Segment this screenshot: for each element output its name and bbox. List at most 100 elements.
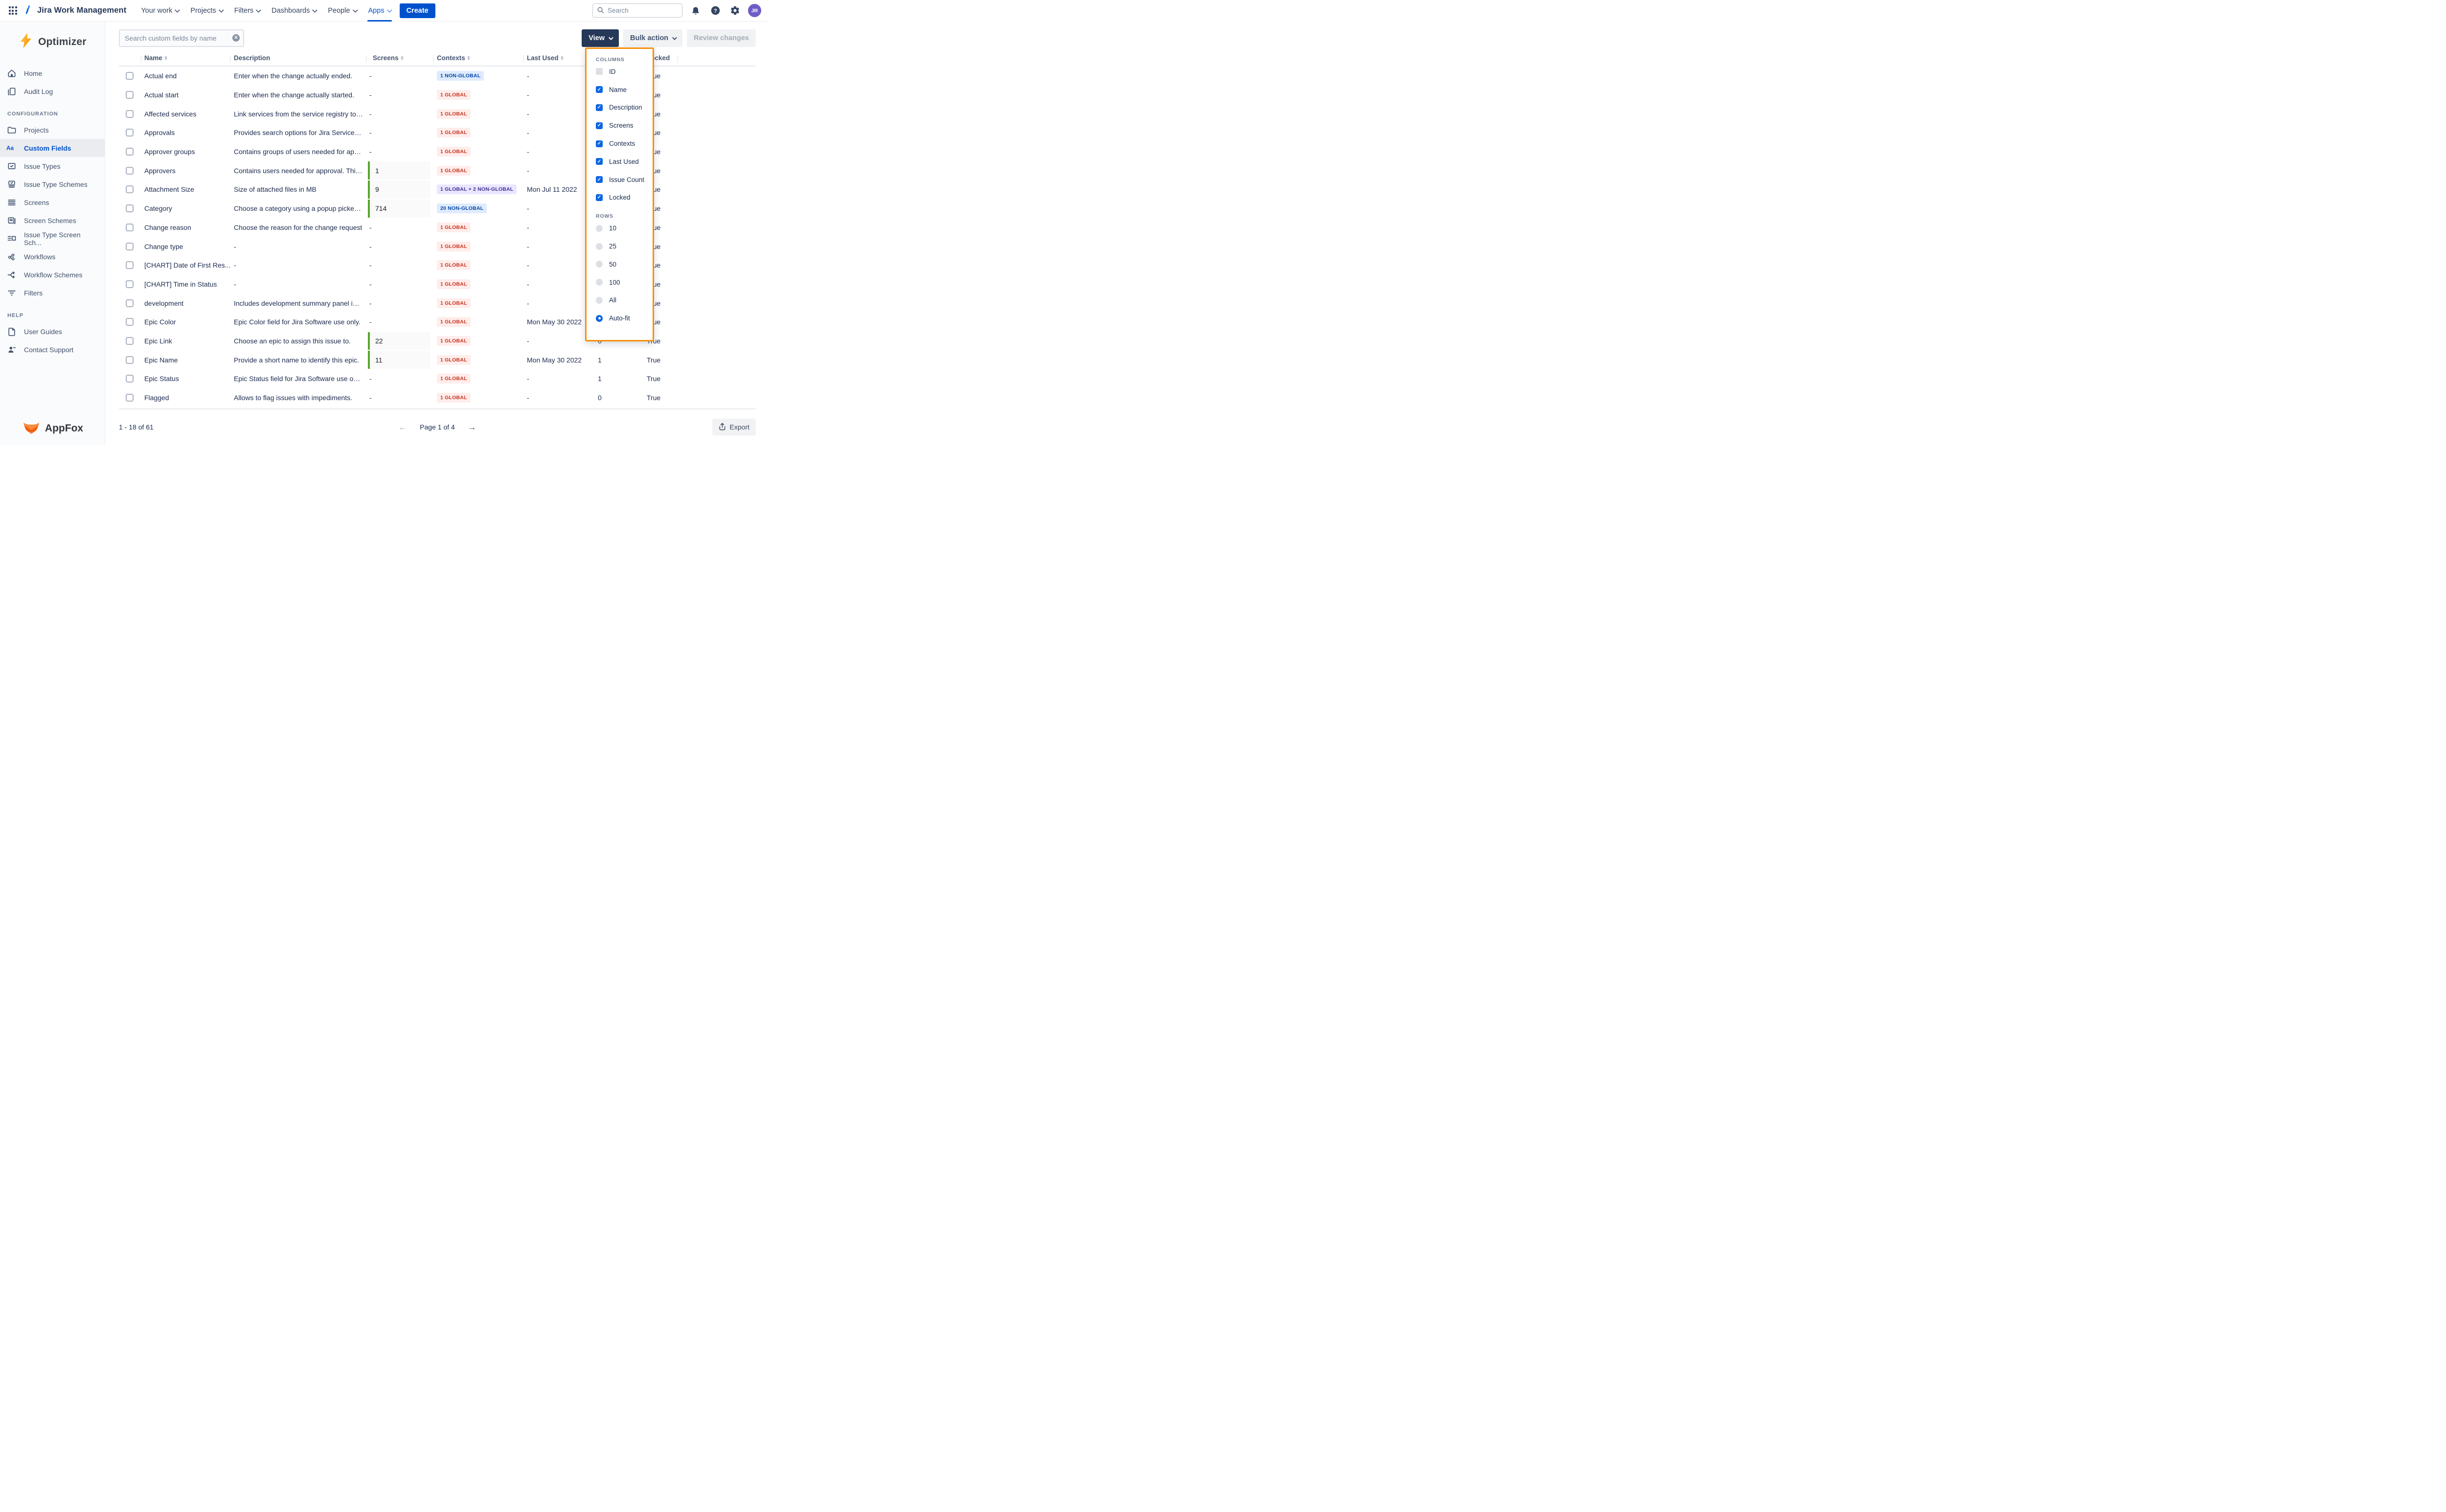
radio-icon[interactable] bbox=[596, 297, 603, 304]
review-changes-button[interactable]: Review changes bbox=[687, 29, 756, 47]
view-menu-rows-all[interactable]: All bbox=[596, 292, 653, 310]
view-menu-rows-25[interactable]: 25 bbox=[596, 237, 653, 255]
view-menu-column-screens[interactable]: ✓Screens bbox=[596, 116, 653, 135]
radio-icon[interactable] bbox=[596, 261, 603, 268]
row-checkbox[interactable] bbox=[126, 337, 134, 345]
context-badge: 20 NON-GLOBAL bbox=[437, 203, 487, 213]
sidebar-item-issue-types[interactable]: Issue Types bbox=[0, 157, 105, 175]
row-checkbox[interactable] bbox=[126, 204, 134, 212]
notifications-icon[interactable] bbox=[689, 4, 702, 17]
row-checkbox[interactable] bbox=[126, 356, 134, 364]
sidebar-item-projects[interactable]: Projects bbox=[0, 121, 105, 139]
view-menu-rows-auto-fit[interactable]: Auto-fit bbox=[596, 309, 653, 327]
checkbox-checked-icon[interactable]: ✓ bbox=[596, 194, 603, 201]
nav-item-projects[interactable]: Projects bbox=[184, 0, 228, 22]
sidebar-item-label: Screens bbox=[24, 199, 49, 206]
radio-icon[interactable] bbox=[596, 279, 603, 286]
radio-selected-icon[interactable] bbox=[596, 315, 603, 322]
row-checkbox[interactable] bbox=[126, 148, 134, 156]
view-menu-column-description[interactable]: ✓ Description bbox=[596, 99, 653, 117]
row-checkbox[interactable] bbox=[126, 110, 134, 118]
jira-brand[interactable]: Jira Work Management bbox=[23, 4, 126, 17]
app-switcher-icon[interactable] bbox=[5, 3, 21, 19]
nav-item-people[interactable]: People bbox=[322, 0, 362, 22]
create-button[interactable]: Create bbox=[400, 3, 435, 18]
nav-item-label: Apps bbox=[368, 7, 385, 15]
nav-item-dashboards[interactable]: Dashboards bbox=[266, 0, 322, 22]
settings-gear-icon[interactable] bbox=[728, 4, 741, 17]
sidebar-item-workflow-schemes[interactable]: Workflow Schemes bbox=[0, 266, 105, 284]
sidebar-item-issue-type-schemes[interactable]: Issue Type Schemes bbox=[0, 175, 105, 193]
clear-search-icon[interactable]: ✕ bbox=[232, 34, 240, 42]
view-menu-column-issue-count[interactable]: ✓Issue Count bbox=[596, 171, 653, 189]
help-icon[interactable]: ? bbox=[709, 4, 722, 17]
sidebar-item-label: Custom Fields bbox=[24, 144, 71, 152]
row-checkbox[interactable] bbox=[126, 299, 134, 307]
checkbox-checked-icon[interactable]: ✓ bbox=[596, 158, 603, 165]
sidebar-item-home[interactable]: Home bbox=[0, 64, 105, 82]
view-menu-column-label: Description bbox=[609, 104, 642, 111]
view-menu-column-contexts[interactable]: ✓Contexts bbox=[596, 135, 653, 153]
sidebar-item-issue-type-screen-sch-[interactable]: Issue Type Screen Sch... bbox=[0, 229, 105, 248]
sidebar-item-contact-support[interactable]: Contact Support bbox=[0, 340, 105, 359]
row-checkbox[interactable] bbox=[126, 261, 134, 269]
row-checkbox[interactable] bbox=[126, 129, 134, 136]
row-checkbox[interactable] bbox=[126, 91, 134, 99]
checkbox-checked-icon[interactable]: ✓ bbox=[596, 122, 603, 129]
row-checkbox[interactable] bbox=[126, 72, 134, 80]
row-checkbox[interactable] bbox=[126, 280, 134, 288]
view-menu-column-locked[interactable]: ✓Locked bbox=[596, 189, 653, 207]
column-header-name[interactable]: Name bbox=[144, 54, 167, 62]
row-checkbox[interactable] bbox=[126, 318, 134, 326]
checkbox-checked-icon[interactable]: ✓ bbox=[596, 140, 603, 147]
checkbox-unchecked-icon[interactable] bbox=[596, 68, 603, 75]
sidebar-item-user-guides[interactable]: User Guides bbox=[0, 322, 105, 340]
row-checkbox[interactable] bbox=[126, 394, 134, 402]
sidebar-item-filters[interactable]: Filters bbox=[0, 284, 105, 302]
sidebar-item-custom-fields[interactable]: AaCustom Fields bbox=[0, 139, 105, 157]
view-menu-rows-50[interactable]: 50 bbox=[596, 255, 653, 273]
nav-item-apps[interactable]: Apps bbox=[362, 0, 397, 22]
cell-screens-count: - bbox=[369, 261, 372, 269]
context-badge: 1 GLOBAL bbox=[437, 260, 471, 270]
column-header-last-used[interactable]: Last Used bbox=[527, 54, 564, 62]
sidebar-item-audit-log[interactable]: Audit Log bbox=[0, 82, 105, 100]
export-button[interactable]: Export bbox=[712, 419, 756, 435]
bulk-action-button[interactable]: Bulk action bbox=[623, 29, 682, 47]
pager: ← Page 1 of 4 → bbox=[398, 423, 476, 431]
radio-icon[interactable] bbox=[596, 243, 603, 250]
view-menu-rows-100[interactable]: 100 bbox=[596, 273, 653, 292]
view-menu-rows-10[interactable]: 10 bbox=[596, 219, 653, 237]
previous-page-arrow-icon[interactable]: ← bbox=[398, 423, 407, 431]
nav-item-your-work[interactable]: Your work bbox=[135, 0, 184, 22]
checkbox-checked-icon[interactable]: ✓ bbox=[596, 86, 603, 93]
view-menu-column-last-used[interactable]: ✓Last Used bbox=[596, 153, 653, 171]
checkbox-checked-icon[interactable]: ✓ bbox=[596, 176, 603, 183]
custom-fields-search-input[interactable] bbox=[119, 29, 244, 47]
view-menu-column-name[interactable]: ✓Name bbox=[596, 81, 653, 99]
nav-item-filters[interactable]: Filters bbox=[228, 0, 266, 22]
row-checkbox[interactable] bbox=[126, 185, 134, 193]
row-checkbox[interactable] bbox=[126, 224, 134, 231]
radio-icon[interactable] bbox=[596, 225, 603, 232]
checkbox-checked-icon[interactable]: ✓ bbox=[596, 104, 603, 111]
next-page-arrow-icon[interactable]: → bbox=[468, 423, 476, 431]
sidebar-app-name: Optimizer bbox=[38, 36, 87, 48]
audit-log-icon bbox=[6, 87, 17, 96]
view-button[interactable]: View bbox=[582, 29, 619, 47]
column-header-contexts[interactable]: Contexts bbox=[437, 54, 470, 62]
user-avatar[interactable]: JR bbox=[748, 4, 761, 17]
sidebar-item-workflows[interactable]: Workflows bbox=[0, 248, 105, 266]
row-checkbox[interactable] bbox=[126, 167, 134, 175]
sidebar-item-screen-schemes[interactable]: Screen Schemes bbox=[0, 211, 105, 229]
row-checkbox[interactable] bbox=[126, 375, 134, 383]
column-header-description[interactable]: Description bbox=[234, 54, 270, 62]
sidebar-item-screens[interactable]: Screens bbox=[0, 193, 105, 211]
cell-contexts: 1 GLOBAL bbox=[437, 166, 471, 176]
view-menu-column-id[interactable]: ID bbox=[596, 63, 653, 81]
row-checkbox[interactable] bbox=[126, 243, 134, 250]
nav-item-label: Projects bbox=[190, 7, 216, 15]
global-search-input[interactable] bbox=[592, 3, 682, 18]
column-header-screens[interactable]: Screens bbox=[373, 54, 404, 62]
cell-contexts: 1 GLOBAL bbox=[437, 147, 471, 157]
